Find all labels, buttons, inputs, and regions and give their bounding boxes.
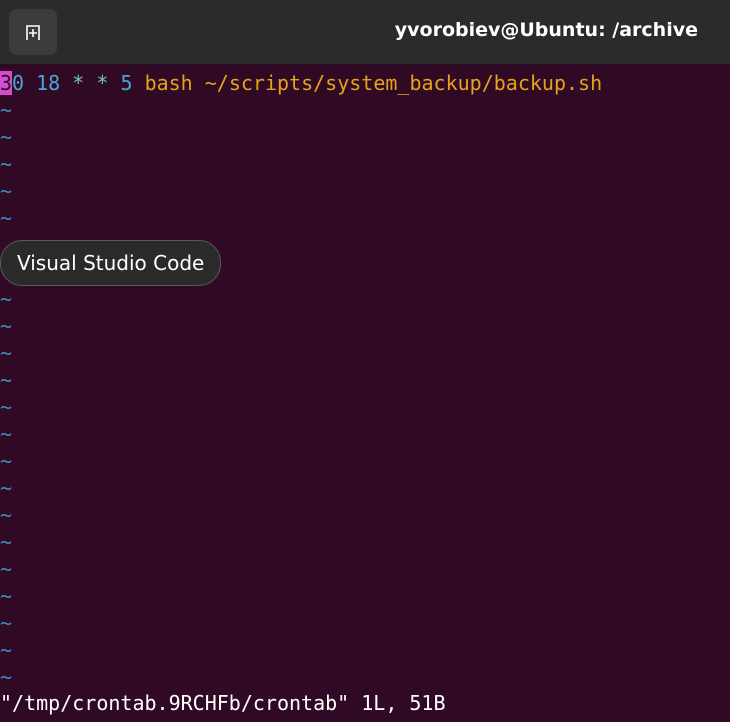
empty-line-marker: ~ [0, 287, 13, 311]
terminal-window: yvorobiev@Ubuntu: /archive 30 18 * * 5 b… [0, 0, 730, 722]
empty-line-marker: ~ [0, 503, 13, 527]
empty-line-marker: ~ [0, 314, 13, 338]
vim-editor[interactable]: 30 18 * * 5 bash ~/scripts/system_backup… [0, 64, 730, 722]
titlebar: yvorobiev@Ubuntu: /archive [0, 0, 730, 64]
empty-line-marker: ~ [0, 557, 13, 581]
empty-line-marker: ~ [0, 611, 13, 635]
empty-line-marker: ~ [0, 341, 13, 365]
vim-status-line: "/tmp/crontab.9RCHFb/crontab" 1L, 51B [0, 691, 446, 715]
empty-line-marker: ~ [0, 395, 13, 419]
cron-month: * [96, 71, 109, 95]
vscode-tooltip: Visual Studio Code [0, 240, 222, 286]
empty-line-marker: ~ [0, 179, 13, 203]
empty-line-marker: ~ [0, 152, 13, 176]
cron-day-of-month: * [72, 71, 85, 95]
empty-line-marker: ~ [0, 98, 13, 122]
empty-line-marker: ~ [0, 368, 13, 392]
empty-line-marker: ~ [0, 125, 13, 149]
cron-day-of-week: 5 [120, 71, 133, 95]
new-tab-button[interactable] [9, 9, 57, 55]
empty-line-marker: ~ [0, 449, 13, 473]
empty-line-marker: ~ [0, 476, 13, 500]
editor-line-1: 30 18 * * 5 bash ~/scripts/system_backup… [0, 70, 602, 97]
empty-line-marker: ~ [0, 665, 13, 689]
window-title: yvorobiev@Ubuntu: /archive [394, 19, 698, 41]
empty-line-marker: ~ [0, 206, 13, 230]
empty-line-marker: ~ [0, 530, 13, 554]
cron-command: bash ~/scripts/system_backup/backup.sh [144, 71, 603, 95]
cron-minute: 0 [12, 71, 25, 95]
empty-line-marker: ~ [0, 422, 13, 446]
empty-line-marker: ~ [0, 584, 13, 608]
text-cursor: 3 [0, 71, 13, 95]
new-tab-icon [26, 25, 40, 40]
cron-hour: 18 [36, 71, 61, 95]
empty-line-marker: ~ [0, 638, 13, 662]
